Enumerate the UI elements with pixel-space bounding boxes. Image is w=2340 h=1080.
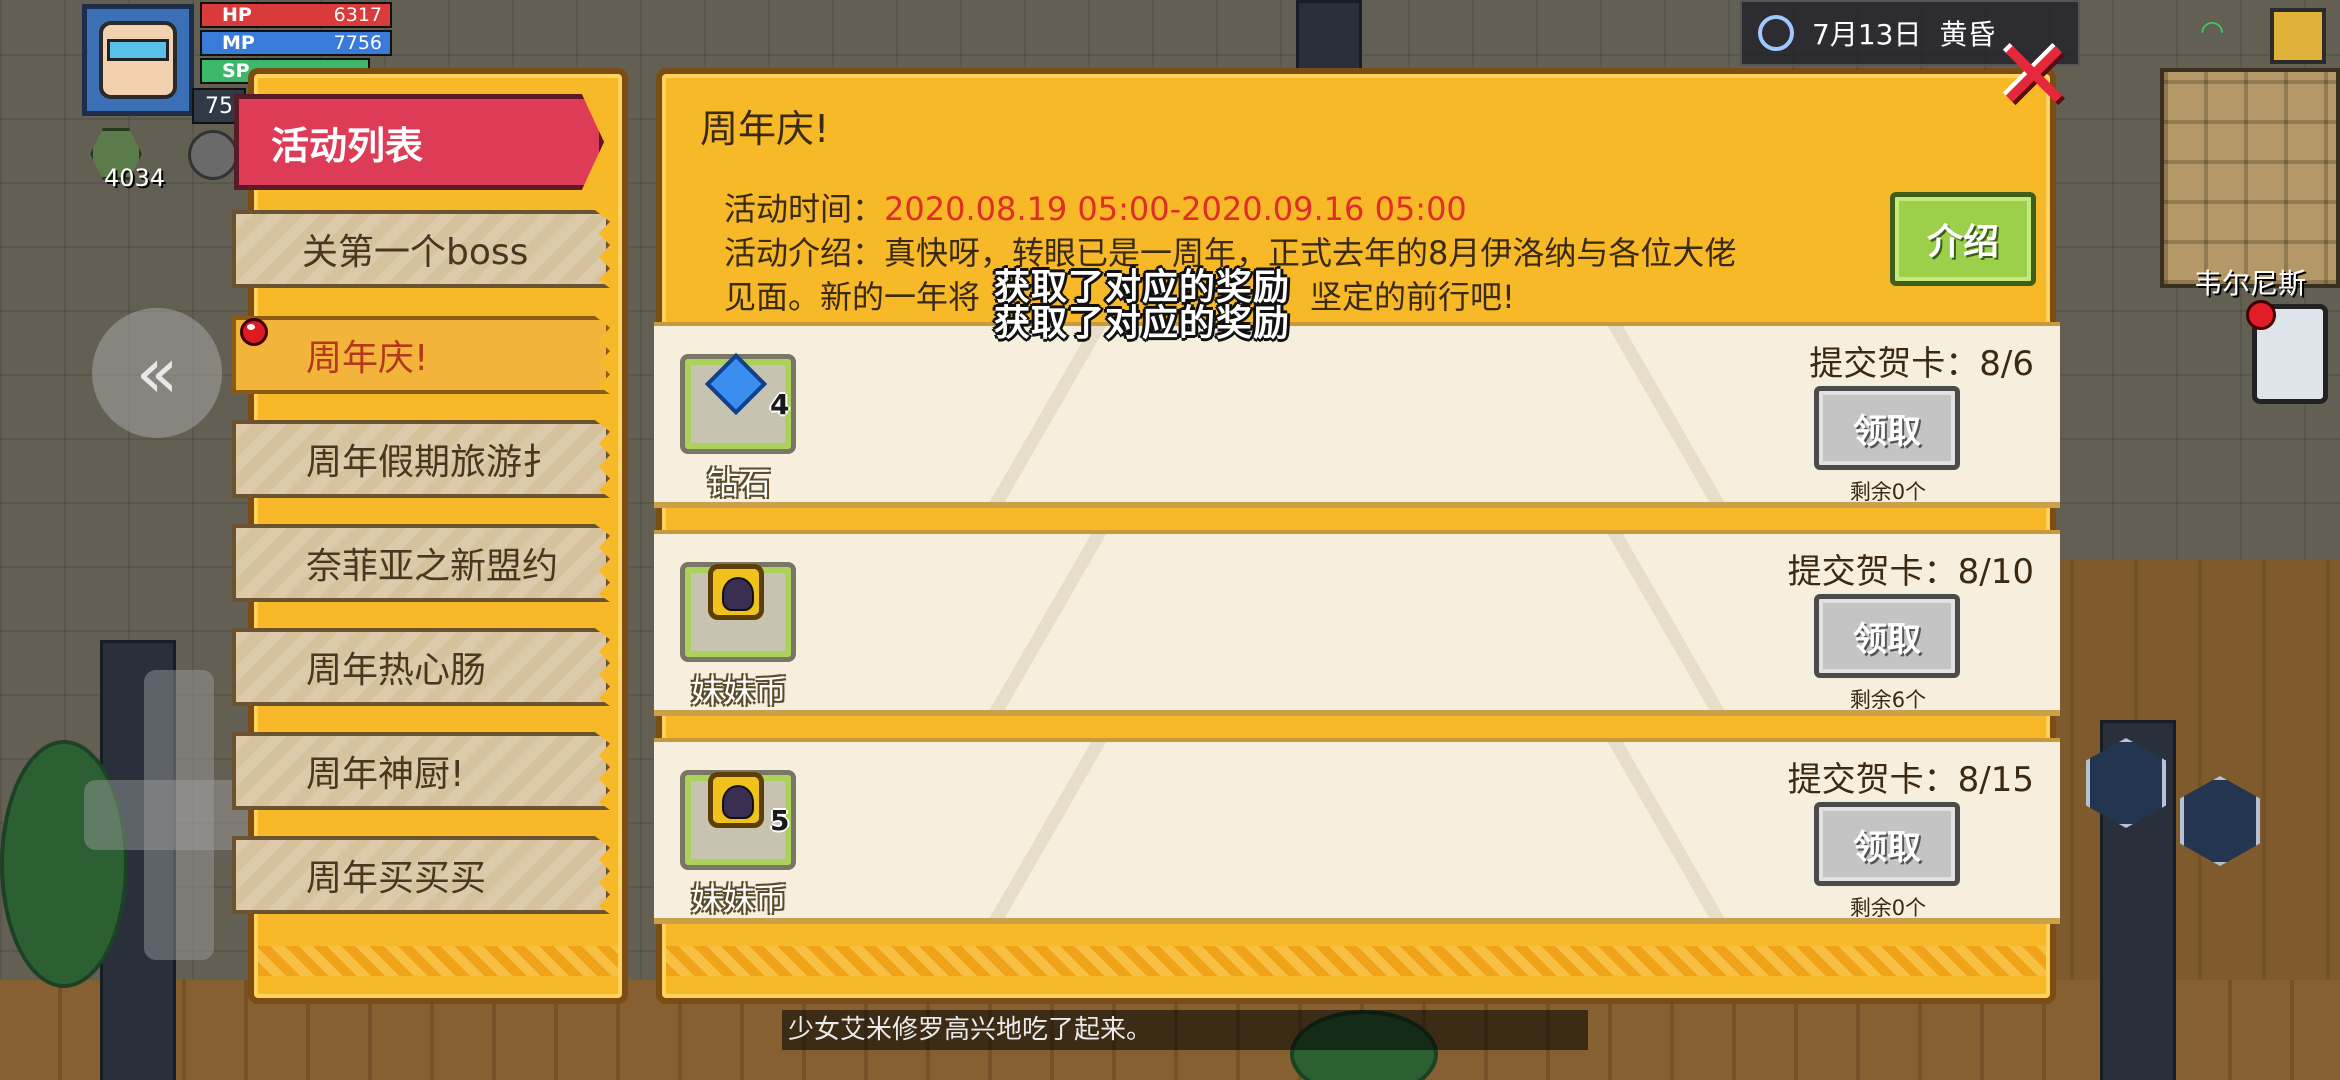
zigzag-border: [666, 946, 2046, 976]
claim-button[interactable]: 领取: [1814, 386, 1960, 470]
mp-label: MP: [222, 32, 255, 54]
sp-label: SP: [222, 60, 250, 82]
event-time-value: 2020.08.19 05:00-2020.09.16 05:00: [884, 190, 1467, 228]
back-arrow-button[interactable]: «: [92, 308, 222, 438]
hp-bar: HP 6317: [200, 2, 392, 28]
chat-message: 少女艾米修罗高兴地吃了起来。: [782, 1010, 1588, 1050]
zigzag-border: [258, 946, 618, 976]
reward-name: 妹妹币: [690, 672, 787, 710]
notification-dot-icon: [2246, 300, 2276, 330]
claim-button[interactable]: 领取: [1814, 802, 1960, 886]
event-title: 周年庆!: [700, 107, 830, 151]
status-effect-icon[interactable]: [188, 130, 238, 180]
player-avatar[interactable]: [82, 4, 194, 116]
sister-coin-icon: [708, 772, 764, 828]
remaining-count: 剩余0个: [1849, 480, 1927, 504]
reward-row: 4 钻石 提交贺卡：8/6 领取 剩余0个: [654, 322, 2060, 508]
event-list-header: 活动列表: [234, 94, 604, 190]
menu-item-holiday-travel[interactable]: 周年假期旅游扌: [232, 420, 610, 498]
menu-item-master-chef[interactable]: 周年神厨!: [232, 732, 610, 810]
close-icon[interactable]: ✕: [1994, 28, 2074, 124]
reward-count: 5: [770, 804, 790, 837]
minimap[interactable]: [2160, 68, 2340, 288]
mp-bar: MP 7756: [200, 30, 392, 56]
menu-item-warm-heart[interactable]: 周年热心肠: [232, 628, 610, 706]
submit-card-requirement: 提交贺卡：8/10: [1787, 552, 2034, 592]
diamond-icon: [708, 356, 764, 412]
currency-value: 4034: [104, 164, 166, 192]
submit-card-requirement: 提交贺卡：8/15: [1787, 760, 2034, 800]
exit-door-icon[interactable]: [2270, 8, 2326, 64]
menu-item-first-boss[interactable]: 关第一个boss: [232, 210, 610, 288]
new-badge-dot-icon: [240, 318, 268, 346]
event-description-line2-tail: 坚定的前行吧!: [1310, 278, 1515, 316]
player-face-icon: [99, 21, 177, 99]
remaining-count: 剩余6个: [1849, 688, 1927, 712]
wifi-icon: ◠: [2200, 14, 2225, 47]
reward-name: 妹妹币: [690, 880, 787, 918]
event-time-label: 活动时间：: [724, 190, 885, 228]
menu-item-new-covenant[interactable]: 奈菲亚之新盟约: [232, 524, 610, 602]
submit-card-requirement: 提交贺卡：8/6: [1809, 344, 2034, 384]
reward-row: 5 妹妹币 提交贺卡：8/15 领取 剩余0个: [654, 738, 2060, 924]
hp-label: HP: [222, 4, 252, 26]
reward-name: 钻石: [706, 464, 771, 502]
date-text: 7月13日: [1812, 18, 1922, 51]
reward-toast: 获取了对应的奖励: [994, 303, 1291, 344]
sun-icon: [1758, 15, 1794, 51]
sister-coin-icon: [708, 564, 764, 620]
event-description-line2-head: 见面。新的一年将: [724, 278, 981, 316]
event-time: 活动时间：2020.08.19 05:00-2020.09.16 05:00: [724, 184, 1467, 230]
reward-count: 4: [770, 388, 790, 421]
menu-item-shopping[interactable]: 周年买买买: [232, 836, 610, 914]
time-of-day-text: 黄昏: [1939, 18, 1996, 51]
intro-button[interactable]: 介绍: [1890, 192, 2036, 286]
hp-value: 6317: [333, 4, 382, 26]
remaining-count: 剩余0个: [1849, 896, 1927, 920]
menu-item-anniversary[interactable]: 周年庆!: [232, 316, 610, 394]
reward-row: 妹妹币 提交贺卡：8/10 领取 剩余6个: [654, 530, 2060, 716]
claim-button[interactable]: 领取: [1814, 594, 1960, 678]
npc-name-label: 韦尔尼斯: [2194, 267, 2307, 300]
mp-value: 7756: [333, 32, 382, 54]
